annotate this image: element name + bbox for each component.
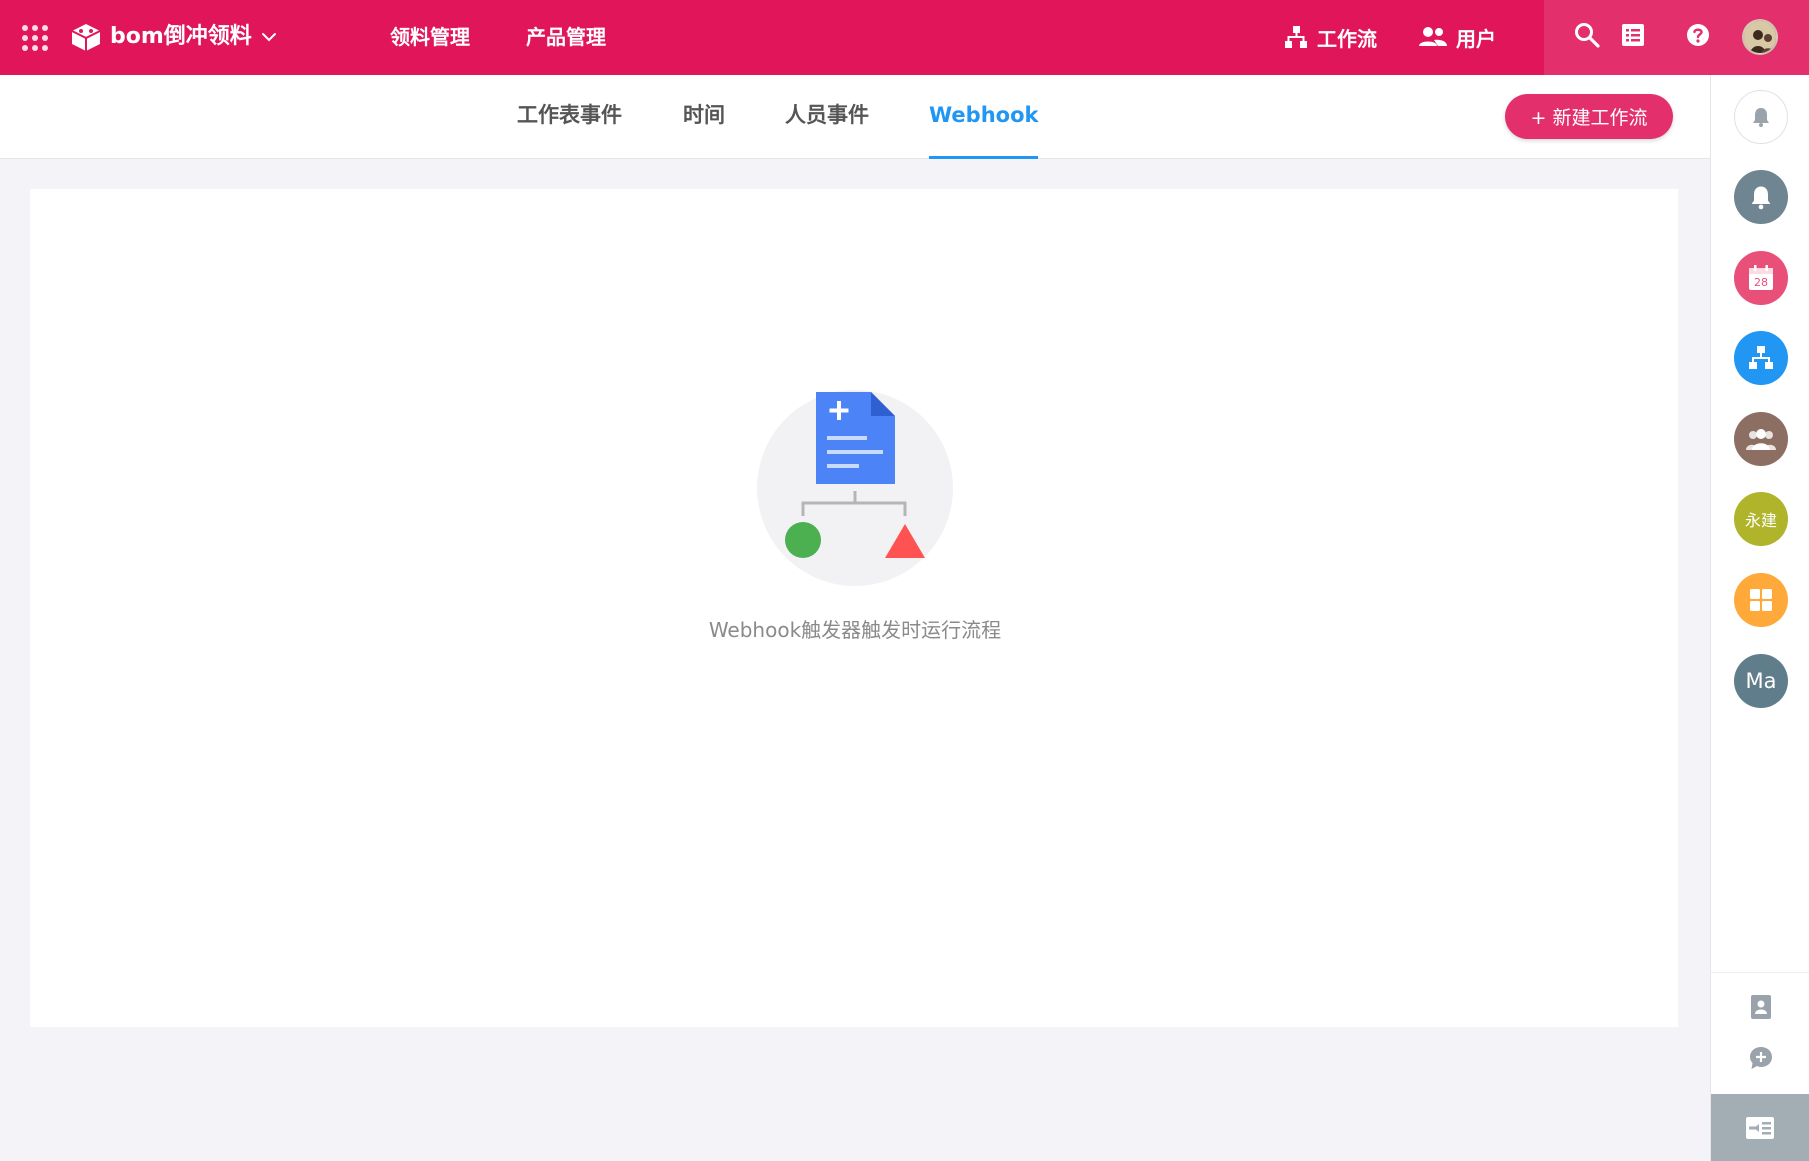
bell-icon [1751,186,1771,210]
address-book-icon [1751,995,1771,1019]
sidebar-collapse-button[interactable] [1711,1094,1809,1161]
nav-material-management[interactable]: 领料管理 [390,21,470,53]
search-icon[interactable] [1573,21,1601,49]
calendar-button[interactable]: 28 [1734,251,1788,305]
chevron-down-icon[interactable] [260,28,278,46]
nav-product-management[interactable]: 产品管理 [526,21,606,53]
trigger-tab-bar: 工作表事件 时间 人员事件 Webhook [0,75,1710,159]
bell-icon [1753,108,1769,127]
workflow-label: 工作流 [1317,26,1377,51]
app-name[interactable]: bom倒冲领料 [110,20,252,54]
org-button[interactable]: 永建 [1734,492,1788,546]
workflow-app-button[interactable] [1734,331,1788,385]
sidebar-divider [1711,972,1809,973]
tab-sheet-events[interactable]: 工作表事件 [517,75,622,159]
user-avatar[interactable] [1742,19,1778,55]
dashboard-grid-icon [1750,589,1772,611]
tab-people-events[interactable]: 人员事件 [785,75,869,159]
workflow-list-panel [30,189,1678,1027]
apps-grid-icon[interactable] [22,25,48,51]
calendar-icon: 28 [1749,265,1773,290]
add-chat-button[interactable] [1747,1044,1775,1072]
user-initials-avatar[interactable]: Ma [1734,654,1788,708]
users-label: 用户 [1456,26,1496,51]
workflow-icon [1285,26,1307,48]
calendar-day: 28 [1754,276,1768,289]
address-book-button[interactable] [1747,993,1775,1021]
list-icon[interactable] [1619,21,1647,49]
users-button[interactable]: 用户 [1418,20,1496,54]
add-chat-icon [1750,1047,1772,1069]
workflow-button[interactable]: 工作流 [1283,20,1377,54]
collapse-panel-icon [1746,1116,1774,1139]
help-icon[interactable] [1684,21,1712,49]
group-icon [1746,429,1776,450]
workflow-icon [1749,346,1773,369]
notifications-button[interactable] [1734,170,1788,224]
app-logo-icon [71,24,101,51]
new-workflow-button[interactable]: + 新建工作流 [1505,94,1673,139]
webhook-empty-illustration [757,390,953,586]
contacts-group-button[interactable] [1734,412,1788,466]
empty-state-message: Webhook触发器触发时运行流程 [708,618,1002,642]
tab-webhook[interactable]: Webhook [929,75,1039,159]
tab-time[interactable]: 时间 [683,75,725,159]
users-icon [1419,27,1447,46]
app-dashboard-button[interactable] [1734,573,1788,627]
notification-toggle-button[interactable] [1734,90,1788,144]
